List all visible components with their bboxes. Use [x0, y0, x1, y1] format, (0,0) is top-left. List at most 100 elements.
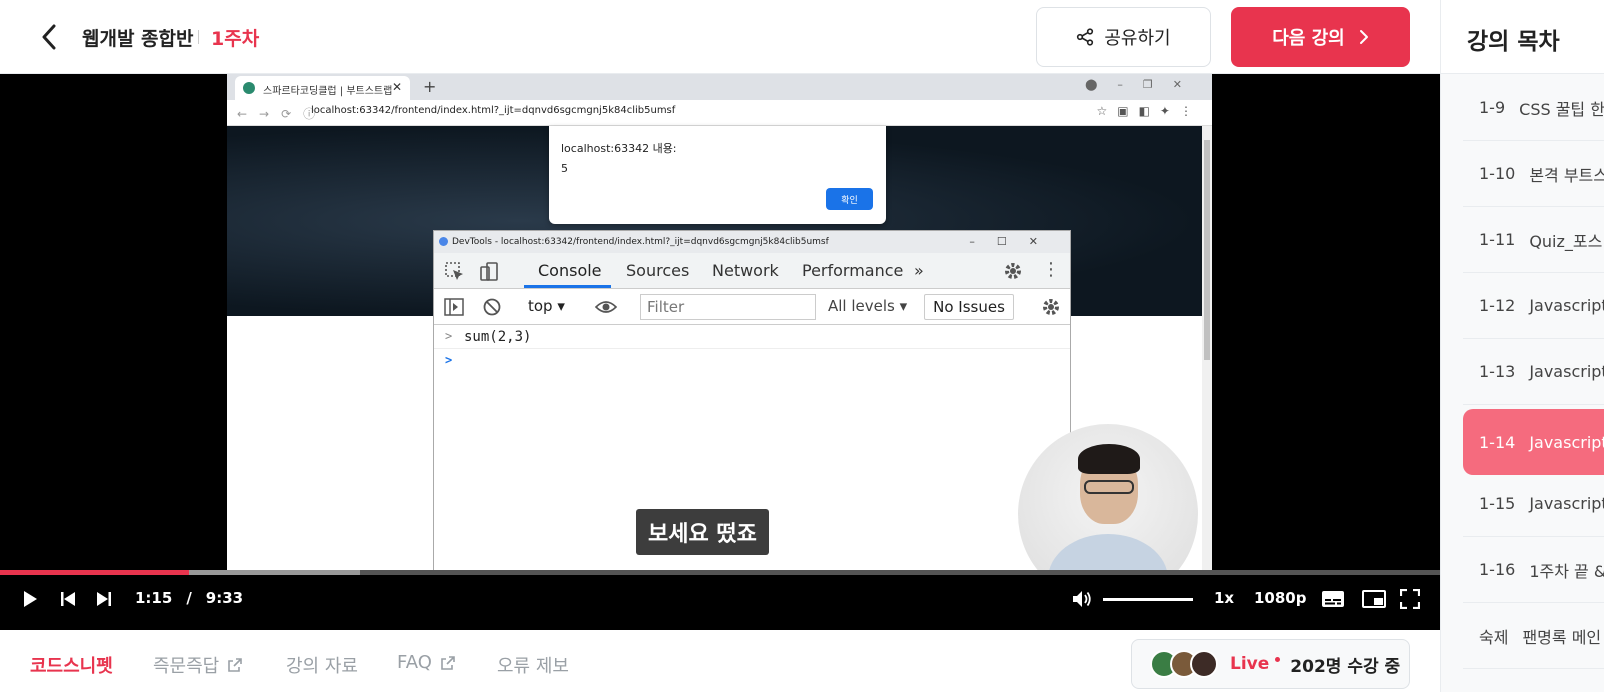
alert-title: localhost:63342 내용: [561, 142, 677, 155]
skip-previous-icon [61, 592, 75, 606]
log-levels-value: All levels [828, 297, 895, 315]
toc-item-label: 1주차 끝 & [1529, 561, 1604, 581]
toc-item[interactable]: 1-15 Javascript [1463, 471, 1604, 537]
site-favicon-icon [243, 82, 255, 94]
active-tab-indicator [524, 285, 611, 288]
previous-button[interactable] [56, 587, 80, 611]
bottom-tab-label: 오류 제보 [497, 656, 569, 677]
fullscreen-button[interactable] [1398, 587, 1422, 611]
picture-in-picture-button[interactable] [1361, 587, 1387, 611]
toc-item-number: 1-15 [1479, 494, 1516, 513]
bottom-tab-label: 강의 자료 [286, 656, 358, 677]
prompt-chevron-icon: > [445, 353, 453, 367]
alert-ok-button: 확인 [826, 188, 873, 210]
volume-slider[interactable] [1103, 598, 1193, 601]
toc-item-label: Javascript [1529, 296, 1604, 315]
playback-speed-button[interactable]: 1x [1214, 589, 1234, 607]
share-label: 공유하기 [1104, 28, 1171, 49]
toc-item[interactable]: 1-14 Javascript [1463, 409, 1604, 475]
captions-button[interactable] [1320, 587, 1346, 611]
page-scrollbar [1202, 126, 1212, 594]
current-time: 1:15 [135, 589, 173, 607]
top-header: 웹개발 종합반 1주차 공유하기 다음 강의 [0, 0, 1440, 74]
external-link-icon [228, 658, 243, 672]
devtools-tab-performance: Performance [802, 261, 904, 280]
share-icon [1077, 28, 1094, 46]
browser-window-controls-icon: ⬤–❐✕ [1085, 78, 1202, 91]
context-selector: top ▾ [528, 297, 565, 315]
toc-item[interactable]: 1-16 1주차 끝 & [1463, 537, 1604, 603]
fullscreen-icon [1400, 589, 1420, 609]
captions-icon [1322, 591, 1344, 607]
devtools-titlebar: DevTools - localhost:63342/frontend/inde… [434, 231, 1070, 253]
video-player[interactable]: 스파르타코딩클럽 | 부트스트랩 ✕ + ⬤–❐✕ ←→⟳ⓘ localhost… [0, 74, 1440, 630]
week-label: 1주차 [211, 28, 260, 50]
toc-item[interactable]: 1-9 CSS 꿀팁 한 [1463, 75, 1604, 141]
device-toggle-icon [478, 261, 500, 283]
console-line: > sum(2,3) [434, 325, 1070, 349]
live-label: Live [1230, 654, 1270, 674]
avatar [1190, 650, 1218, 678]
toc-item-number: 1-10 [1479, 164, 1516, 183]
bottom-tab[interactable]: FAQ [397, 652, 456, 673]
next-lecture-button[interactable]: 다음 강의 [1231, 7, 1410, 67]
inspect-element-icon [444, 261, 466, 283]
bottom-tab[interactable]: 오류 제보 [497, 652, 569, 678]
play-button[interactable] [18, 587, 42, 611]
lecture-bottom-bar: 코드스니펫 즉문즉답 강의 자료 FAQ 오류 제보 Live 202명 수강 중 [0, 630, 1440, 692]
next-lecture-label: 다음 강의 [1272, 28, 1345, 49]
share-button[interactable]: 공유하기 [1036, 7, 1211, 67]
browser-address-bar: ←→⟳ⓘ localhost:63342/frontend/index.html… [227, 100, 1212, 126]
toc-item[interactable]: 1-11 Quiz_포스팅 [1463, 207, 1604, 273]
play-icon [24, 591, 37, 607]
bottom-tab[interactable]: 즉문즉답 [153, 652, 243, 678]
chevron-right-icon [1359, 30, 1368, 44]
mute-button[interactable] [1070, 587, 1094, 611]
devtools-tab-console: Console [538, 261, 602, 280]
more-tabs-icon: » [914, 261, 924, 280]
toc-item-number: 1-11 [1479, 230, 1516, 249]
console-input-text: sum(2,3) [464, 329, 532, 345]
quality-button[interactable]: 1080p [1254, 589, 1307, 607]
live-viewers-badge[interactable]: Live 202명 수강 중 [1131, 639, 1410, 689]
duration: 9:33 [205, 589, 244, 607]
video-controls: 1:15/9:33 1x 1080p [0, 575, 1440, 630]
bottom-tab-label: FAQ [397, 652, 432, 673]
toc-item-label: Javascript [1529, 362, 1604, 381]
live-dot-icon [1275, 656, 1281, 662]
toc-item-number: 1-16 [1479, 560, 1516, 579]
toc-item[interactable]: 1-10 본격 부트스 [1463, 141, 1604, 207]
lecture-player-page: 웹개발 종합반 1주차 공유하기 다음 강의 강의 목차 1-9 CSS 꿀팁 한… [0, 0, 1604, 692]
browser-tab-strip: 스파르타코딩클럽 | 부트스트랩 ✕ + ⬤–❐✕ [227, 74, 1212, 100]
devtools-window-title: DevTools - localhost:63342/frontend/inde… [452, 237, 829, 247]
prompt-chevron-icon: > [445, 329, 453, 343]
lecture-toc-sidebar: 강의 목차 1-9CSS 꿀팁 한1-10본격 부트스1-11Quiz_포스팅1… [1440, 0, 1604, 692]
sidebar-toggle-icon [444, 297, 464, 317]
toc-item-label: CSS 꿀팁 한 [1519, 99, 1604, 119]
browser-url: localhost:63342/frontend/index.html?_ijt… [311, 105, 676, 116]
devtools-tab-sources: Sources [626, 261, 690, 280]
devtools-tab-network: Network [712, 261, 779, 280]
console-line: > [434, 349, 1070, 373]
toc-item-number: 1-12 [1479, 296, 1516, 315]
clear-console-icon [482, 297, 502, 317]
live-viewer-count: 202명 수강 중 [1290, 656, 1401, 677]
bottom-tab[interactable]: 강의 자료 [286, 652, 358, 678]
next-button[interactable] [92, 587, 116, 611]
toc-title: 강의 목차 [1441, 0, 1604, 74]
toc-item[interactable]: 1-12 Javascript [1463, 273, 1604, 339]
toc-item[interactable]: 숙제 팬명록 메인 [1463, 603, 1604, 669]
devtools-tab-bar: Console Sources Network Performance » ⋮ [434, 253, 1070, 289]
tab-close-icon: ✕ [391, 80, 402, 94]
viewer-avatars [1150, 650, 1218, 678]
video-subtitle: 보세요 떴죠 [636, 509, 769, 555]
back-button[interactable] [34, 20, 64, 54]
bottom-tab-label: 즉문즉답 [153, 656, 220, 677]
toc-item-number: 1-9 [1479, 98, 1506, 117]
bottom-tab[interactable]: 코드스니펫 [30, 652, 113, 678]
new-tab-icon: + [423, 77, 437, 96]
toc-item[interactable]: 1-13 Javascript [1463, 339, 1604, 405]
toc-item-number: 1-13 [1479, 362, 1516, 381]
alert-message: 5 [561, 162, 568, 175]
console-toolbar: top ▾ Filter All levels ▾ No Issues [434, 289, 1070, 325]
